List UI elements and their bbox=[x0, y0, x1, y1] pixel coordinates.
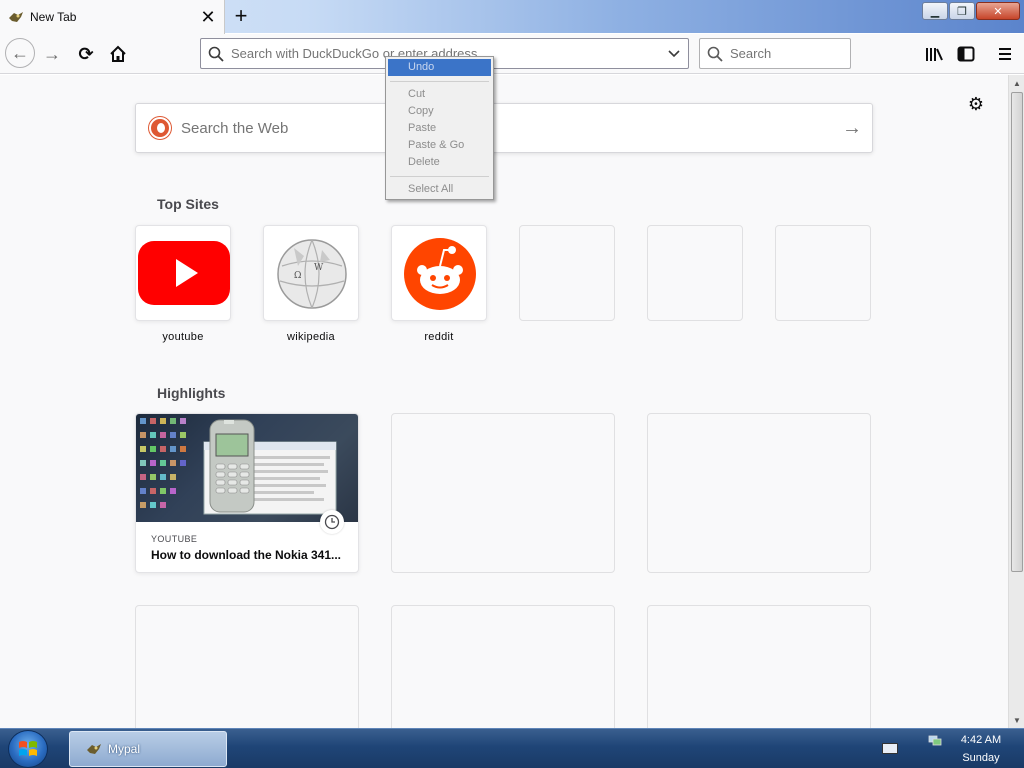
highlight-thumbnail bbox=[136, 414, 358, 522]
taskbar-item-label: Mypal bbox=[108, 742, 141, 756]
reddit-logo-icon bbox=[404, 238, 476, 310]
top-site-label: reddit bbox=[424, 331, 454, 343]
search-icon bbox=[700, 46, 730, 62]
top-site-label: youtube bbox=[162, 331, 204, 343]
menu-separator bbox=[390, 81, 489, 82]
wikipedia-globe-icon: Ω W bbox=[277, 239, 347, 309]
highlight-card[interactable]: YOUTUBE How to download the Nokia 341... bbox=[135, 413, 359, 573]
start-button[interactable] bbox=[8, 730, 48, 768]
menu-separator bbox=[390, 176, 489, 177]
network-icon[interactable] bbox=[928, 733, 942, 746]
forward-button[interactable]: → bbox=[40, 42, 64, 66]
gear-icon[interactable]: ⚙ bbox=[966, 94, 986, 114]
highlight-placeholder bbox=[647, 605, 871, 728]
chevron-down-icon[interactable] bbox=[660, 49, 688, 58]
tab-title: New Tab bbox=[30, 10, 77, 24]
library-button[interactable] bbox=[922, 42, 946, 66]
highlight-placeholder bbox=[135, 605, 359, 728]
search-bar[interactable] bbox=[699, 38, 851, 69]
back-button[interactable]: ← bbox=[5, 38, 35, 68]
new-tab-page: ⚙ → Top Sites youtube Ω W wikipedia bbox=[0, 75, 1008, 728]
mypal-favicon-icon bbox=[8, 10, 24, 24]
top-site-placeholder bbox=[647, 225, 743, 321]
library-icon bbox=[926, 48, 943, 61]
highlight-placeholder bbox=[391, 413, 615, 573]
duckduckgo-logo-icon bbox=[149, 117, 171, 139]
svg-text:Ω: Ω bbox=[294, 271, 301, 281]
highlight-title: How to download the Nokia 341... bbox=[151, 548, 342, 562]
arrow-right-icon[interactable]: → bbox=[832, 117, 872, 140]
context-menu-select-all[interactable]: Select All bbox=[388, 181, 491, 198]
hamburger-icon bbox=[999, 48, 1011, 60]
mypal-app-icon bbox=[87, 744, 101, 754]
new-tab-button[interactable]: + bbox=[229, 3, 253, 28]
top-site-tile[interactable] bbox=[391, 225, 487, 321]
restore-button[interactable]: ❐ bbox=[949, 2, 975, 20]
web-search-box[interactable]: → bbox=[135, 103, 873, 153]
web-search-input[interactable] bbox=[181, 119, 832, 137]
tab-close-icon[interactable]: ✕ bbox=[198, 7, 218, 27]
context-menu-undo[interactable]: Undo bbox=[388, 59, 491, 76]
tab-strip: New Tab ✕ + ▁ ❐ ✕ bbox=[0, 0, 1024, 34]
context-menu-delete[interactable]: Delete bbox=[388, 154, 491, 171]
context-menu-copy[interactable]: Copy bbox=[388, 103, 491, 120]
close-window-button[interactable]: ✕ bbox=[976, 2, 1020, 20]
home-button[interactable] bbox=[106, 42, 130, 66]
taskbar: Mypal 4:42 AM Sunday bbox=[0, 728, 1024, 768]
scroll-down-arrow-icon[interactable]: ▼ bbox=[1009, 712, 1024, 728]
top-site-placeholder bbox=[775, 225, 871, 321]
top-site-placeholder bbox=[519, 225, 615, 321]
top-site-label: wikipedia bbox=[287, 331, 335, 343]
top-site-tile[interactable]: Ω W bbox=[263, 225, 359, 321]
highlights-heading: Highlights bbox=[157, 385, 226, 401]
svg-text:W: W bbox=[314, 263, 324, 273]
clock-time[interactable]: 4:42 AM bbox=[955, 734, 1007, 746]
scrollbar-thumb[interactable] bbox=[1011, 92, 1023, 572]
window-controls: ▁ ❐ ✕ bbox=[921, 2, 1020, 20]
home-icon bbox=[110, 45, 126, 62]
search-icon bbox=[201, 46, 231, 62]
context-menu-cut[interactable]: Cut bbox=[388, 86, 491, 103]
minimize-button[interactable]: ▁ bbox=[922, 2, 948, 20]
keyboard-icon[interactable] bbox=[882, 743, 898, 754]
highlight-placeholder bbox=[647, 413, 871, 573]
menu-button[interactable] bbox=[993, 42, 1017, 66]
clock-icon bbox=[320, 510, 344, 534]
sidebar-toggle-button[interactable] bbox=[954, 42, 978, 66]
clock-day[interactable]: Sunday bbox=[955, 752, 1007, 764]
tab-new-tab[interactable]: New Tab ✕ bbox=[0, 0, 225, 34]
sidebar-icon bbox=[957, 46, 975, 62]
search-input[interactable] bbox=[730, 46, 850, 61]
windows-logo-icon bbox=[19, 741, 37, 756]
highlight-placeholder bbox=[391, 605, 615, 728]
vertical-scrollbar[interactable]: ▲ ▼ bbox=[1008, 75, 1024, 728]
youtube-logo-icon bbox=[138, 241, 230, 305]
navigation-toolbar: ← → ⟳ bbox=[0, 34, 1024, 74]
scroll-up-arrow-icon[interactable]: ▲ bbox=[1009, 75, 1024, 91]
context-menu: Undo Cut Copy Paste Paste & Go Delete Se… bbox=[385, 56, 494, 200]
taskbar-item-mypal[interactable]: Mypal bbox=[69, 731, 227, 767]
reload-button[interactable]: ⟳ bbox=[74, 42, 98, 66]
context-menu-paste-and-go[interactable]: Paste & Go bbox=[388, 137, 491, 154]
top-site-tile[interactable] bbox=[135, 225, 231, 321]
context-menu-paste[interactable]: Paste bbox=[388, 120, 491, 137]
top-sites-heading: Top Sites bbox=[157, 196, 219, 212]
highlight-source: YOUTUBE bbox=[151, 534, 198, 544]
